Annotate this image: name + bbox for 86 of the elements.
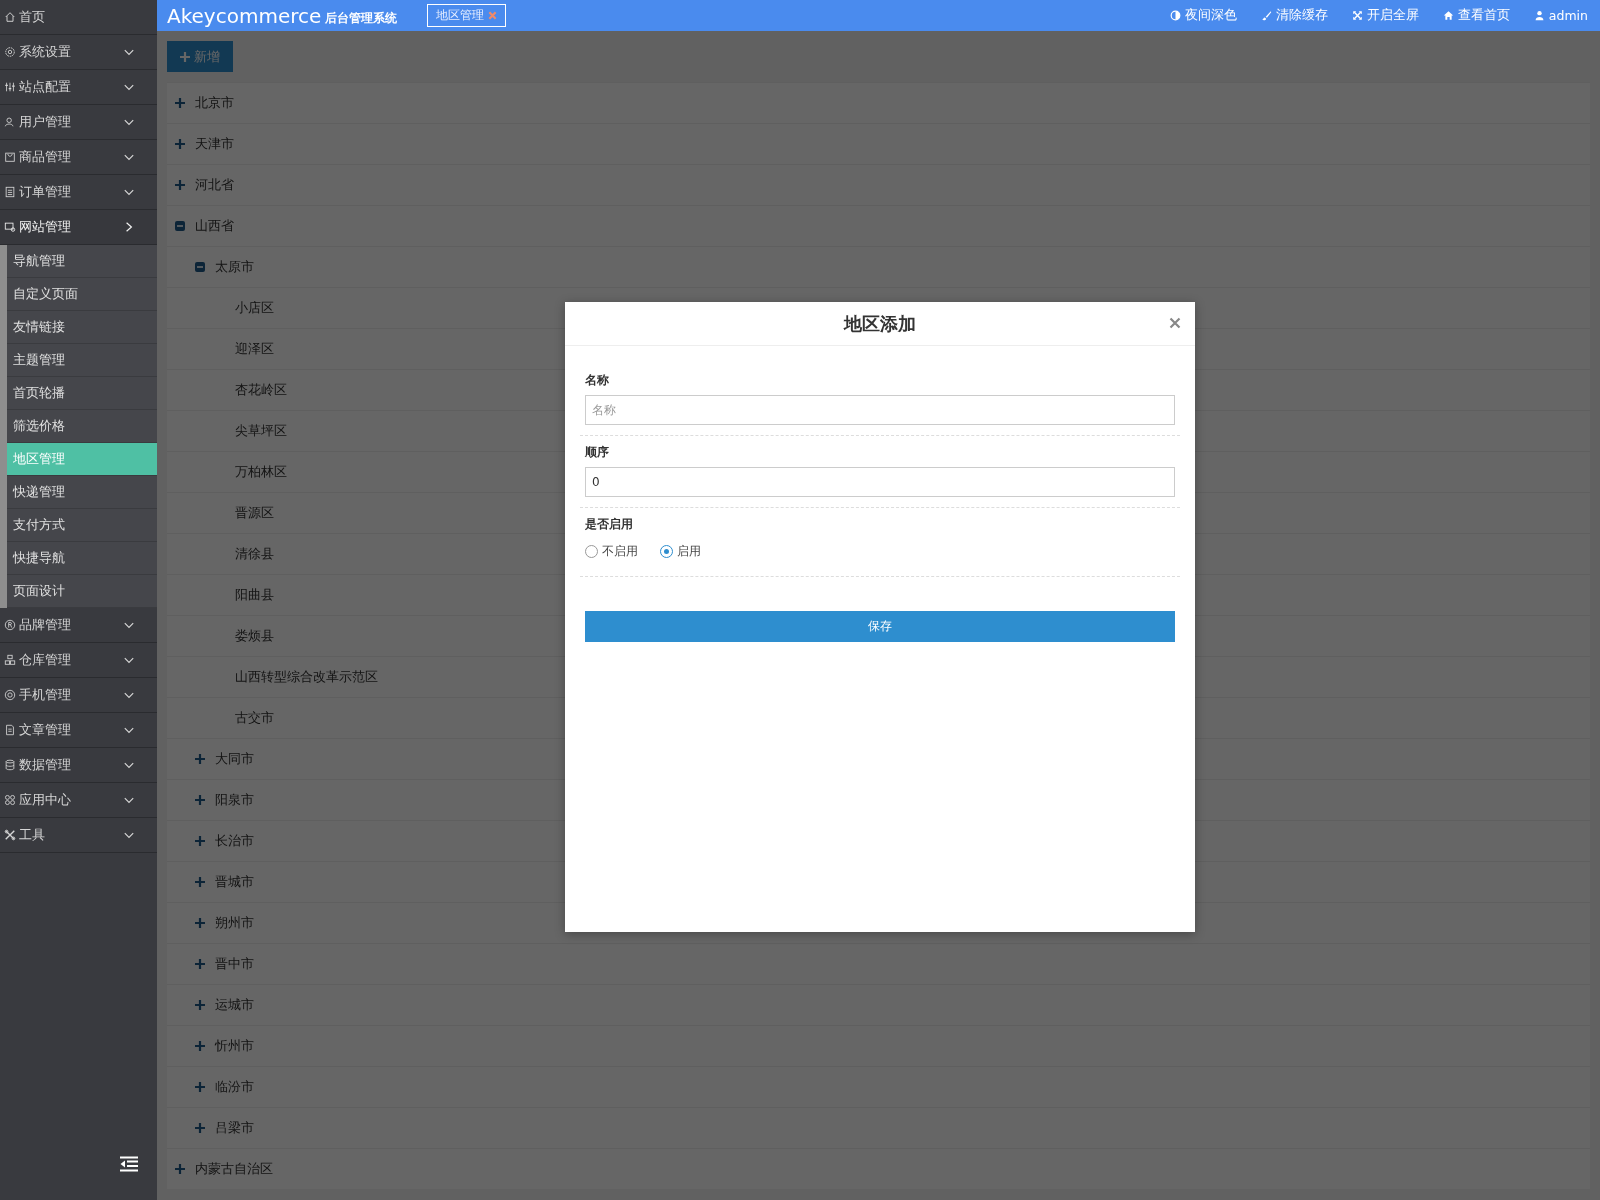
expand-icon[interactable] [195, 959, 205, 969]
region-name[interactable]: 迎泽区 [235, 340, 274, 358]
expand-icon[interactable] [195, 918, 205, 928]
expand-icon[interactable] [195, 877, 205, 887]
region-name[interactable]: 天津市 [195, 135, 234, 153]
collapse-icon[interactable] [195, 262, 205, 272]
radio-option[interactable]: 启用 [660, 543, 701, 560]
home-icon [1442, 10, 1454, 21]
dialog-title: 地区添加 [844, 311, 916, 336]
header-link[interactable]: 开启全屏 [1351, 7, 1419, 24]
expand-icon[interactable] [195, 795, 205, 805]
region-name[interactable]: 内蒙古自治区 [195, 1160, 273, 1178]
region-name[interactable]: 太原市 [215, 258, 254, 276]
home-icon [4, 11, 16, 23]
region-name[interactable]: 大同市 [215, 750, 254, 768]
gear-icon [4, 46, 16, 58]
sliders-icon [4, 81, 16, 93]
region-name[interactable]: 山西转型综合改革示范区 [235, 668, 378, 686]
brush-icon [1260, 10, 1272, 21]
region-name[interactable]: 运城市 [215, 996, 254, 1014]
region-name[interactable]: 临汾市 [215, 1078, 254, 1096]
brand-name: Akeycommerce [167, 3, 322, 28]
expand-icon[interactable] [195, 836, 205, 846]
region-name[interactable]: 忻州市 [215, 1037, 254, 1055]
region-name[interactable]: 尖草坪区 [235, 422, 287, 440]
field-label: 是否启用 [585, 516, 634, 533]
region-name[interactable]: 山西省 [195, 217, 234, 235]
radio-option[interactable]: 不启用 [585, 543, 638, 560]
expand-icon[interactable] [175, 139, 185, 149]
region-name[interactable]: 阳泉市 [215, 791, 254, 809]
region-name[interactable]: 吕梁市 [215, 1119, 254, 1137]
user-icon [1533, 10, 1545, 21]
fullscreen-icon [1351, 10, 1363, 21]
plus-icon [180, 51, 190, 62]
header-link[interactable]: 清除缓存 [1260, 7, 1328, 24]
expand-icon[interactable] [175, 98, 185, 108]
expand-icon[interactable] [175, 180, 185, 190]
header-link[interactable]: 查看首页 [1442, 7, 1510, 24]
region-name[interactable]: 河北省 [195, 176, 234, 194]
radio-label: 不启用 [602, 543, 638, 560]
region-name[interactable]: 北京市 [195, 94, 234, 112]
expand-icon[interactable] [175, 1164, 185, 1174]
save-button[interactable]: 保存 [585, 611, 1175, 642]
header-link[interactable]: admin [1533, 7, 1588, 24]
region-name[interactable]: 阳曲县 [235, 586, 274, 604]
circle-icon [4, 689, 16, 701]
expand-icon[interactable] [195, 1041, 205, 1051]
contrast-icon [1169, 10, 1181, 21]
header-link[interactable]: 夜间深色 [1169, 7, 1237, 24]
expand-icon[interactable] [195, 754, 205, 764]
document-icon [4, 724, 16, 736]
region-name[interactable]: 古交市 [235, 709, 274, 727]
radio-label: 启用 [677, 543, 701, 560]
grid-icon [4, 794, 16, 806]
field-label: 顺序 [585, 444, 610, 461]
region-name[interactable]: 朔州市 [215, 914, 254, 932]
monitor-icon [4, 221, 16, 233]
add-button[interactable]: 新增 [167, 41, 233, 72]
user-icon [4, 116, 16, 128]
expand-icon[interactable] [195, 1082, 205, 1092]
input-field[interactable]: 名称 [585, 395, 1175, 425]
close-icon[interactable] [1169, 317, 1181, 329]
expand-icon[interactable] [195, 1123, 205, 1133]
region-name[interactable]: 万柏林区 [235, 463, 287, 481]
tools-icon [4, 829, 16, 841]
collapse-icon[interactable] [175, 221, 185, 231]
region-name[interactable]: 娄烦县 [235, 627, 274, 645]
region-name[interactable]: 清徐县 [235, 545, 274, 563]
menu-fold-icon[interactable] [119, 1156, 139, 1172]
page-tab[interactable]: 地区管理 [427, 4, 507, 27]
submenu-item[interactable]: 地区管理 [7, 443, 157, 476]
field-label: 名称 [585, 372, 610, 389]
region-name[interactable]: 晋中市 [215, 955, 254, 973]
region-name[interactable]: 长治市 [215, 832, 254, 850]
registered-icon [4, 619, 16, 631]
region-name[interactable]: 杏花岭区 [235, 381, 287, 399]
brand-subtitle: 后台管理系统 [325, 10, 398, 27]
region-name[interactable]: 小店区 [235, 299, 274, 317]
expand-icon[interactable] [195, 1000, 205, 1010]
database-icon [4, 759, 16, 771]
region-name[interactable]: 晋源区 [235, 504, 274, 522]
boxes-icon [4, 654, 16, 666]
input-field[interactable]: 0 [585, 467, 1175, 497]
region-name[interactable]: 晋城市 [215, 873, 254, 891]
bag-icon [4, 151, 16, 163]
list-icon [4, 186, 16, 198]
